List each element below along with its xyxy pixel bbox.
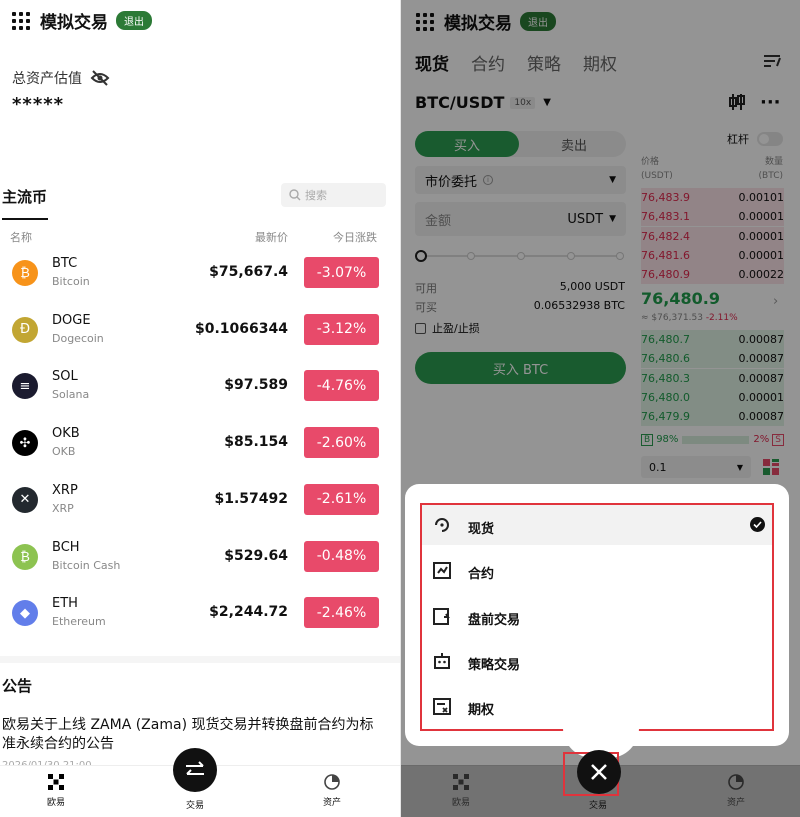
menu-item-label: 现货 <box>468 522 495 537</box>
coin-row[interactable]: ₿ BTC Bitcoin $75,667.4 -3.07% <box>12 250 400 306</box>
search-icon <box>289 189 301 201</box>
coin-price: $97.589 <box>224 377 288 394</box>
menu-item-label: 期权 <box>468 703 495 719</box>
total-assets-value: ***** <box>12 94 65 115</box>
coin-name: Bitcoin <box>52 275 90 288</box>
home-header: 模拟交易 退出 <box>12 8 152 33</box>
app-title: 模拟交易 <box>40 13 108 33</box>
tab-assets[interactable]: 资产 <box>302 774 362 808</box>
coin-change-badge: -2.46% <box>304 597 379 629</box>
notice-title: 公告 <box>2 677 33 695</box>
checkmark-icon <box>750 517 765 532</box>
futures-icon <box>432 560 452 580</box>
bottom-tab-bar: 欧易 交易 资产 <box>0 748 400 817</box>
coin-symbol: XRP <box>52 482 78 498</box>
coin-price: $0.1066344 <box>195 320 288 337</box>
btc-coin-icon: ₿ <box>12 260 38 286</box>
coin-price: $2,244.72 <box>209 604 288 621</box>
coin-price: $529.64 <box>224 547 288 564</box>
menu-item-label: 盘前交易 <box>468 612 521 628</box>
okx-logo-icon <box>48 774 64 790</box>
close-icon <box>591 764 607 780</box>
coin-change-badge: -2.61% <box>304 483 379 515</box>
total-assets-label: 总资产估值 <box>12 71 82 87</box>
coin-price: $75,667.4 <box>209 264 288 280</box>
tab-home[interactable]: 欧易 <box>431 774 491 808</box>
tab-trade-label[interactable]: 交易 <box>568 798 628 811</box>
col-name-header: 名称 <box>10 231 32 244</box>
coin-name: Solana <box>52 388 90 402</box>
coin-symbol: BTC <box>52 256 78 271</box>
search-box[interactable]: 搜索 <box>281 183 386 207</box>
tab-trade-label[interactable]: 交易 <box>165 798 225 811</box>
coin-symbol: SOL <box>52 369 78 385</box>
menu-item-pre-market[interactable]: 盘前交易 <box>422 596 776 640</box>
menu-item-spot[interactable]: 现货 <box>422 505 776 549</box>
apps-grid-icon[interactable] <box>12 11 30 30</box>
coin-change-badge: -0.48% <box>304 540 379 572</box>
okx-logo-icon <box>453 774 469 790</box>
coin-row[interactable]: ✣ OKB OKB $85.154 -2.60% <box>12 420 400 476</box>
tab-mainstream[interactable]: 主流币 <box>2 186 47 207</box>
coin-row[interactable]: Ð DOGE Dogecoin $0.1066344 -3.12% <box>12 307 400 363</box>
coin-row[interactable]: ✕ XRP XRP $1.57492 -2.61% <box>12 477 400 533</box>
col-change-header: 今日涨跌 <box>333 231 377 244</box>
coin-name: Ethereum <box>52 615 106 629</box>
menu-item-options[interactable]: 期权 <box>422 686 776 730</box>
tab-home-label: 欧易 <box>451 798 470 808</box>
eth-coin-icon: ◆ <box>12 600 38 627</box>
tab-assets-label: 资产 <box>322 798 341 808</box>
coin-name: XRP <box>52 501 74 515</box>
trade-screen: 模拟交易 退出 现货 合约 策略 期权 BTC/USDT 10x ▼ ··· 买… <box>400 0 800 817</box>
coin-change-badge: -2.60% <box>304 427 379 459</box>
sol-coin-icon: ≡ <box>12 373 38 400</box>
okb-coin-icon: ✣ <box>12 430 38 457</box>
coin-symbol: ETH <box>52 596 78 612</box>
coin-symbol: BCH <box>52 539 80 555</box>
spot-icon <box>432 515 452 535</box>
tab-home-label: 欧易 <box>46 798 65 808</box>
menu-highlight-box: 现货合约盘前交易策略交易期权 <box>420 503 774 731</box>
tab-home[interactable]: 欧易 <box>26 774 86 808</box>
menu-item-strategy[interactable]: 策略交易 <box>422 641 776 685</box>
pie-chart-icon <box>728 774 744 790</box>
trade-fab-button[interactable] <box>173 748 217 792</box>
pie-chart-icon <box>324 774 340 790</box>
tab-assets[interactable]: 资产 <box>706 774 766 808</box>
exit-demo-button[interactable]: 退出 <box>116 11 152 30</box>
coin-symbol: OKB <box>52 426 80 442</box>
coin-name: Dogecoin <box>52 331 104 345</box>
search-placeholder: 搜索 <box>305 189 327 202</box>
bch-coin-icon: ₿ <box>12 543 38 570</box>
coin-change-badge: -4.76% <box>304 370 379 402</box>
coin-price: $1.57492 <box>214 490 288 507</box>
menu-item-label: 策略交易 <box>468 657 521 673</box>
home-screen: 模拟交易 退出 总资产估值 ***** 主流币 搜索 名称 最新价 今日涨跌 ₿… <box>0 0 400 817</box>
coin-row[interactable]: ₿ BCH Bitcoin Cash $529.64 -0.48% <box>12 534 400 590</box>
options-icon <box>432 696 452 716</box>
total-assets-row: 总资产估值 <box>12 68 110 88</box>
menu-item-futures[interactable]: 合约 <box>422 550 776 594</box>
section-divider <box>0 656 400 663</box>
doge-coin-icon: Ð <box>12 316 38 343</box>
swap-arrows-icon <box>186 761 204 775</box>
eye-off-icon[interactable] <box>90 70 110 86</box>
pre-market-icon <box>432 606 452 626</box>
coin-price: $85.154 <box>224 434 288 451</box>
close-menu-button[interactable] <box>577 750 621 794</box>
xrp-coin-icon: ✕ <box>12 486 38 513</box>
coin-symbol: DOGE <box>52 312 91 328</box>
coin-change-badge: -3.12% <box>304 313 379 345</box>
coin-name: Bitcoin Cash <box>52 558 121 572</box>
tab-underline <box>2 218 48 220</box>
tab-assets-label: 资产 <box>726 798 745 808</box>
trade-type-sheet: 现货合约盘前交易策略交易期权 <box>405 484 789 746</box>
menu-item-label: 合约 <box>468 567 495 583</box>
coin-change-badge: -3.07% <box>304 257 379 288</box>
coin-row[interactable]: ≡ SOL Solana $97.589 -4.76% <box>12 363 400 419</box>
col-price-header: 最新价 <box>255 231 288 244</box>
strategy-bot-icon <box>432 651 452 671</box>
coin-name: OKB <box>52 445 76 459</box>
coin-row[interactable]: ◆ ETH Ethereum $2,244.72 -2.46% <box>12 590 400 646</box>
